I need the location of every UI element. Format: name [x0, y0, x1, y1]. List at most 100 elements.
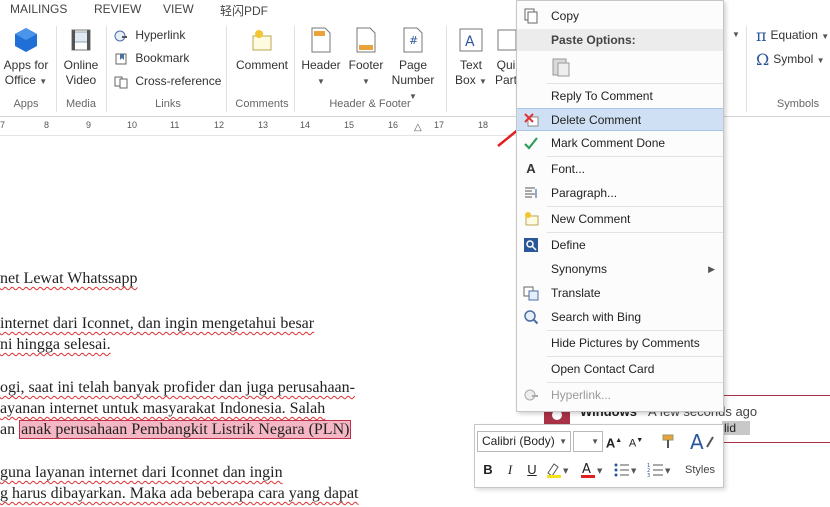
menu-delete-comment[interactable]: Delete Comment [517, 108, 723, 131]
doc-line-7: guna layanan internet dari Iconnet dan i… [0, 464, 283, 481]
apps-icon [15, 28, 37, 52]
italic-button[interactable]: I [503, 461, 517, 479]
bookmark-button[interactable]: Bookmark [114, 49, 189, 67]
font-name-dropdown[interactable]: Calibri (Body) ▼ [477, 431, 571, 452]
menu-translate[interactable]: Translate [517, 282, 723, 304]
menu-search-with-bing[interactable]: Search with Bing [517, 306, 723, 328]
bookmark-icon [115, 53, 127, 65]
menu-reply-to-comment[interactable]: Reply To Comment [517, 85, 723, 107]
pi-icon: π [756, 25, 767, 45]
paragraph-icon [525, 187, 537, 198]
horizontal-ruler: 7 8 9 10 11 12 13 14 15 16 17 18 19 △ [0, 117, 530, 136]
numbering-icon[interactable]: 123▼ [647, 461, 671, 479]
hyperlink-icon [524, 389, 538, 401]
text-box-button[interactable]: A Text Box ▼ [450, 26, 492, 89]
svg-text:A: A [690, 430, 704, 454]
font-color-icon[interactable]: A ▼ [579, 461, 603, 479]
menu-mark-comment-done[interactable]: Mark Comment Done [517, 132, 723, 154]
submenu-arrow-icon: ▶ [708, 264, 715, 274]
doc-line-1: net Lewat Whatssapp [0, 270, 138, 287]
svg-text:A: A [465, 34, 475, 50]
symbol-button[interactable]: Ω Symbol ▼ [756, 50, 825, 68]
svg-text:▼: ▼ [563, 467, 569, 475]
page-number-icon: # [403, 27, 423, 53]
omega-icon: Ω [756, 49, 770, 69]
comment-text[interactable]: lid [722, 421, 750, 435]
footer-icon [356, 27, 376, 53]
globe-link-icon [114, 30, 127, 42]
svg-text:A: A [582, 462, 591, 477]
svg-text:3: 3 [647, 473, 650, 479]
copy-icon [524, 8, 538, 24]
group-links: Links [155, 98, 181, 110]
new-comment-icon [252, 30, 272, 51]
grow-font-icon[interactable]: A▲ [605, 432, 623, 450]
menu-font[interactable]: A Font... [517, 158, 723, 180]
menu-open-contact-card[interactable]: Open Contact Card [517, 358, 723, 380]
context-menu: Copy Paste Options: Reply To Comment Del… [516, 0, 724, 412]
menu-define[interactable]: Define [517, 234, 723, 256]
apps-for-office-button[interactable]: Apps for Office ▼ [2, 26, 50, 89]
header-button[interactable]: Header ▼ [298, 26, 344, 89]
hyperlink-button[interactable]: Hyperlink [114, 26, 185, 44]
translate-icon [523, 286, 539, 301]
tab-view[interactable]: VIEW [163, 2, 194, 16]
menu-hide-pictures[interactable]: Hide Pictures by Comments [517, 332, 723, 354]
underline-button[interactable]: U [525, 461, 539, 479]
svg-text:▼: ▼ [631, 467, 637, 475]
font-icon: A [526, 161, 536, 176]
svg-text:#: # [409, 34, 418, 47]
paste-icon[interactable] [551, 56, 571, 78]
menu-synonyms[interactable]: Synonyms ▶ [517, 258, 723, 280]
search-icon [524, 310, 539, 325]
menu-paste-options-header: Paste Options: [517, 29, 723, 51]
group-media: Media [66, 98, 96, 110]
doc-line-4: ogi, saat ini telah banyak profider dan … [0, 379, 355, 396]
svg-text:▼: ▼ [597, 467, 603, 475]
svg-text:▼: ▼ [665, 467, 671, 475]
group-apps: Apps [13, 98, 39, 110]
styles-button[interactable]: Styles [681, 461, 719, 479]
menu-copy[interactable]: Copy [517, 5, 723, 27]
text-box-icon: A [459, 28, 483, 52]
page-number-button[interactable]: # Page Number ▼ [388, 26, 438, 104]
quick-parts-button[interactable]: Qui Part [494, 26, 518, 88]
cross-reference-button[interactable]: Cross-reference [114, 72, 221, 90]
styles-icon[interactable]: A [687, 429, 715, 455]
font-size-dropdown[interactable]: ▼ [573, 431, 603, 452]
online-video-button[interactable]: Online Video [60, 26, 102, 88]
tab-pdf[interactable]: 轻闪PDF [220, 2, 268, 19]
shrink-font-icon[interactable]: A▼ [627, 432, 645, 450]
group-comments: Comments [235, 98, 289, 110]
menu-paragraph[interactable]: Paragraph... [517, 182, 723, 204]
bullets-icon[interactable]: ▼ [613, 461, 637, 479]
quick-parts-icon [497, 29, 517, 51]
doc-line-5: ayanan internet untuk masyarakat Indones… [0, 400, 326, 417]
tab-review[interactable]: REVIEW [94, 2, 141, 16]
checkmark-icon [524, 137, 538, 150]
define-icon [524, 238, 538, 252]
cross-reference-icon [114, 76, 128, 89]
new-comment-icon [525, 212, 539, 226]
equation-button[interactable]: π Equation ▼ [756, 26, 829, 44]
footer-button[interactable]: Footer ▼ [344, 26, 388, 89]
comment-button[interactable]: Comment [232, 26, 292, 73]
menu-new-comment[interactable]: New Comment [517, 208, 723, 230]
menu-hyperlink[interactable]: Hyperlink... [517, 384, 723, 406]
tab-mailings[interactable]: MAILINGS [10, 2, 67, 16]
mini-toolbar: Calibri (Body) ▼ ▼ A▲ A▼ A B I U ▼ A ▼ ▼ 1… [474, 424, 724, 488]
format-painter-icon[interactable] [661, 433, 679, 451]
delete-comment-icon [524, 113, 539, 127]
doc-line-8: g harus dibayarkan. Maka ada beberapa ca… [0, 485, 359, 502]
highlight-color-icon[interactable]: ▼ [545, 461, 569, 479]
doc-line-2: internet dari Iconnet, dan ingin mengeta… [0, 315, 315, 332]
indent-marker-icon[interactable]: △ [414, 122, 422, 133]
video-icon [71, 29, 91, 51]
doc-line-6: an anak perusahaan Pembangkit Listrik Ne… [0, 420, 352, 439]
bold-button[interactable]: B [481, 461, 495, 479]
group-symbols: Symbols [776, 98, 820, 110]
document-page[interactable]: net Lewat Whatssapp internet dari Iconne… [0, 136, 531, 507]
group-header-footer: Header & Footer [329, 98, 411, 110]
header-icon [311, 27, 331, 53]
commented-text-highlight[interactable]: anak perusahaan Pembangkit Listrik Negar… [19, 420, 352, 439]
